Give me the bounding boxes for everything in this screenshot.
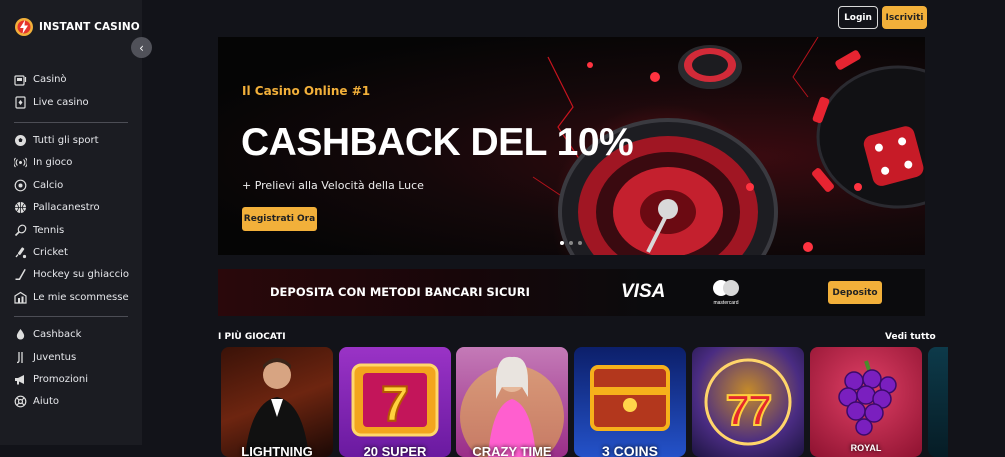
sidebar-item-casino[interactable]: Casinò [14, 73, 67, 86]
sidebar-item-calcio[interactable]: Calcio [14, 179, 63, 192]
register-button[interactable]: Iscriviti [882, 6, 927, 29]
game-card-20-super[interactable]: 7 20 SUPER [339, 347, 451, 457]
sidebar-item-label: Aiuto [33, 396, 59, 407]
register-now-button[interactable]: Registrati Ora [242, 207, 317, 231]
sidebar-item-all-sports[interactable]: Tutti gli sport [14, 134, 99, 147]
sidebar-item-cricket[interactable]: Cricket [14, 246, 68, 259]
sidebar-item-label: Hockey su ghiaccio [33, 269, 130, 280]
sidebar-item-label: Le mie scommesse [33, 292, 129, 303]
game-card-crazy-time[interactable]: CRAZY TIME [456, 347, 568, 457]
chevron-left-icon: ‹ [139, 40, 144, 55]
sidebar-item-label: Live casino [33, 97, 89, 108]
game-title: 20 SUPER [363, 444, 427, 457]
hero-subtitle: + Prelievi alla Velocità della Luce [242, 179, 424, 192]
sidebar-item-label: Casinò [33, 74, 67, 85]
grapes-illustration [838, 360, 897, 436]
game-title: LIGHTNING [241, 444, 313, 457]
sidebar: INSTANT CASINO Casinò Live casino Tutti … [0, 0, 142, 445]
lucky-seven-illustration: 7 [351, 363, 439, 437]
brand-logo[interactable]: INSTANT CASINO [14, 17, 140, 37]
sidebar-item-label: Tutti gli sport [33, 135, 99, 146]
game-title: 3 COINS [601, 443, 658, 457]
mastercard-logo: mastercard [706, 277, 746, 307]
slot-machine-icon [14, 75, 27, 86]
see-all-link[interactable]: Vedi tutto [885, 332, 936, 342]
sidebar-item-basketball[interactable]: Pallacanestro [14, 201, 100, 214]
carousel-dot[interactable] [569, 241, 573, 245]
sidebar-item-my-bets[interactable]: Le mie scommesse [14, 291, 129, 304]
carousel-dot[interactable] [578, 241, 582, 245]
tennis-racket-icon [14, 224, 27, 237]
game-card-partial[interactable] [928, 347, 948, 457]
soccer-ball-icon [15, 135, 26, 146]
sidebar-item-label: Cashback [33, 329, 82, 340]
carousel-dot[interactable] [560, 241, 564, 245]
host-wheel-illustration [460, 356, 564, 457]
mastercard-label: mastercard [713, 300, 738, 306]
live-cards-icon [15, 96, 26, 109]
basketball-icon [15, 202, 26, 213]
login-button[interactable]: Login [838, 6, 878, 29]
brand-name: INSTANT CASINO [39, 21, 140, 33]
sidebar-item-label: Tennis [33, 225, 65, 236]
carousel-dots [560, 241, 582, 245]
sidebar-item-tennis[interactable]: Tennis [14, 224, 64, 237]
visa-logo: VISA [621, 281, 666, 302]
sidebar-item-live-casino[interactable]: Live casino [14, 96, 89, 109]
sidebar-item-label: Calcio [33, 180, 64, 191]
juventus-icon [16, 352, 23, 364]
hero-title: CASHBACK DEL 10% [241, 121, 634, 164]
sidebar-item-label: Cricket [33, 247, 68, 258]
megaphone-icon [15, 375, 24, 385]
sidebar-item-label: Juventus [33, 352, 77, 363]
game-card-sevens[interactable]: 7 7 [692, 347, 804, 457]
collapse-sidebar-button[interactable]: ‹ [131, 37, 152, 58]
sidebar-item-label: Promozioni [33, 374, 88, 385]
sidebar-item-promotions[interactable]: Promozioni [14, 373, 88, 386]
sidebar-divider [14, 122, 128, 123]
treasure-chest-illustration [590, 365, 670, 431]
deposit-banner: DEPOSITA CON METODI BANCARI SICURI VISA … [218, 269, 925, 316]
dealer-illustration [245, 358, 309, 457]
mastercard-circles-icon: mastercard [713, 280, 739, 306]
sidebar-item-label: Pallacanestro [33, 202, 100, 213]
sidebar-item-help[interactable]: Aiuto [14, 395, 59, 408]
game-card-3-coins[interactable]: 3 COINS [574, 347, 686, 457]
game-card-lightning[interactable]: LIGHTNING [221, 347, 333, 457]
hero-kicker: Il Casino Online #1 [242, 84, 371, 98]
game-card-royal[interactable]: ROYAL [810, 347, 922, 457]
svg-text:7: 7 [726, 386, 750, 435]
live-broadcast-icon [14, 157, 27, 168]
hero-banner[interactable]: Il Casino Online #1 CASHBACK DEL 10% + P… [218, 37, 925, 255]
help-icon [14, 395, 27, 408]
sidebar-item-ice-hockey[interactable]: Hockey su ghiaccio [14, 268, 129, 281]
game-title: CRAZY TIME [472, 444, 552, 457]
cricket-bat-icon [15, 247, 27, 259]
sidebar-divider [14, 316, 128, 317]
lightning-logo-icon [15, 18, 33, 36]
sidebar-item-in-play[interactable]: In gioco [14, 156, 72, 169]
sidebar-item-juventus[interactable]: Juventus [14, 351, 76, 364]
sevens-illustration: 7 7 [704, 358, 792, 446]
cashback-drop-icon [16, 329, 25, 340]
most-played-title: I PIÙ GIOCATI [218, 332, 286, 342]
hockey-stick-icon [15, 269, 26, 280]
svg-text:7: 7 [748, 386, 772, 435]
svg-text:7: 7 [381, 376, 409, 432]
target-ball-icon [14, 179, 27, 192]
sidebar-item-cashback[interactable]: Cashback [14, 328, 81, 341]
bets-icon [14, 291, 27, 304]
deposit-banner-text: DEPOSITA CON METODI BANCARI SICURI [270, 285, 530, 299]
deposit-button[interactable]: Deposito [828, 281, 882, 304]
sidebar-item-label: In gioco [33, 157, 73, 168]
